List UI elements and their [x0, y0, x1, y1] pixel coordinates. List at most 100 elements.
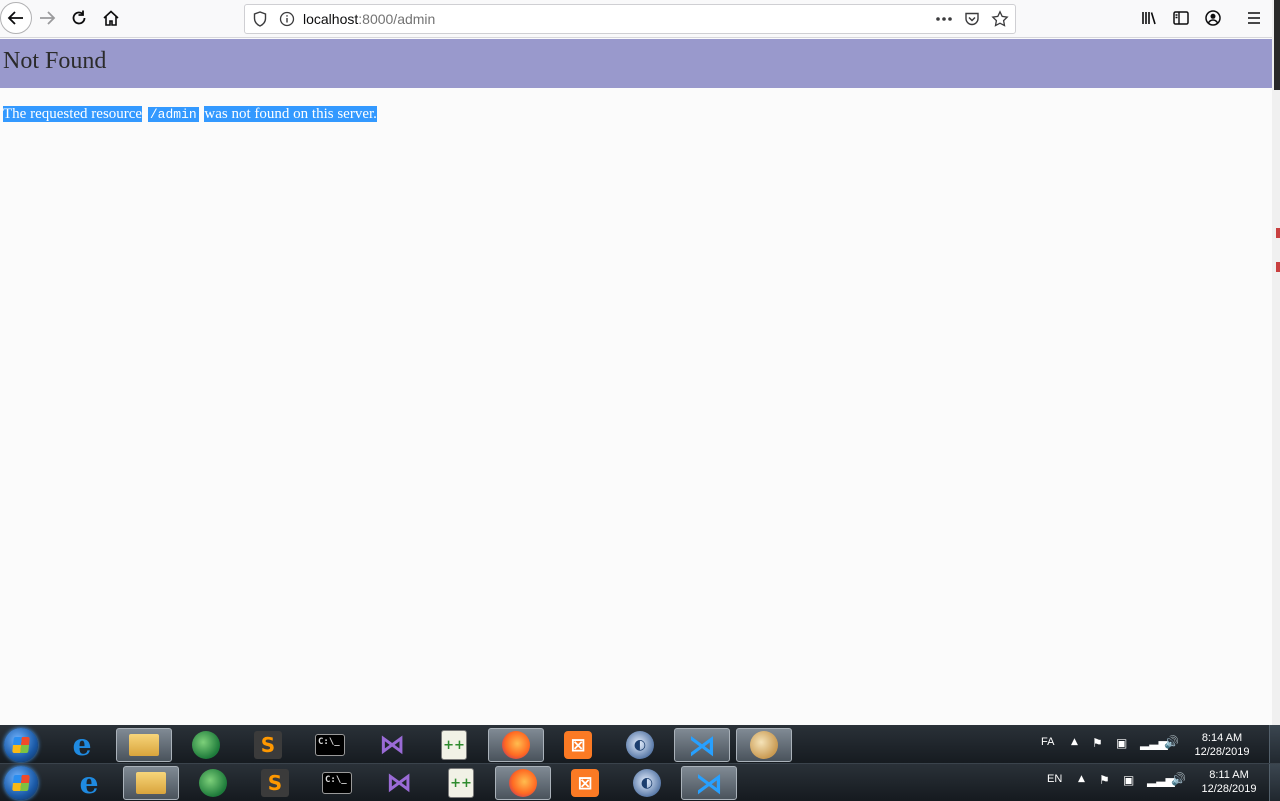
volume-icon[interactable]: 🔊 [1164, 735, 1179, 749]
start-button[interactable] [2, 766, 40, 800]
show-desktop-button[interactable] [1269, 725, 1280, 765]
usb-device-icon[interactable]: ▣ [1123, 773, 1134, 787]
library-icon [1142, 12, 1156, 25]
visual-studio-icon: ⋈ [379, 730, 405, 760]
scroll-marker [1276, 228, 1280, 238]
action-center-flag-icon[interactable]: ⚑ [1099, 773, 1110, 787]
pocket-icon[interactable] [963, 10, 981, 28]
firefox-icon [502, 731, 530, 759]
hamburger-menu-icon [1248, 12, 1260, 24]
system-clock[interactable]: 8:14 AM 12/28/2019 [1188, 731, 1256, 759]
tray-expand-icon[interactable]: ▲ [1071, 737, 1078, 747]
menu-button[interactable] [1239, 3, 1269, 33]
url-path: :8000/admin [358, 11, 436, 27]
windows-orb-icon [4, 728, 38, 762]
message-after: was not found on this server. [204, 106, 377, 122]
account-button[interactable] [1198, 3, 1228, 33]
download-manager-icon [192, 731, 220, 759]
taskbar-app-eclipse[interactable]: ◐ [612, 728, 668, 762]
scrollbar-thumb[interactable] [1274, 0, 1280, 90]
url-bar[interactable]: localhost:8000/admin [244, 4, 1016, 34]
taskbar-app-vscode[interactable]: ⋊ [674, 728, 730, 762]
clock-time: 8:14 AM [1201, 732, 1243, 744]
reload-button[interactable] [64, 3, 94, 33]
library-button[interactable] [1134, 3, 1164, 33]
taskbar-app-notepadpp[interactable]: ++ [426, 728, 482, 762]
sidebar-button[interactable] [1166, 3, 1196, 33]
clock-time: 8:11 AM [1209, 769, 1249, 781]
firefox-icon [509, 769, 537, 797]
folder-icon [136, 772, 166, 794]
xampp-icon: ⊠ [564, 731, 592, 759]
taskbar-app-notepadpp[interactable]: ++ [433, 766, 489, 800]
taskbar-app-idm[interactable] [178, 728, 234, 762]
forward-button[interactable] [32, 3, 62, 33]
system-clock[interactable]: 8:11 AM 12/28/2019 [1195, 768, 1263, 796]
sublime-text-icon: S [254, 731, 282, 759]
taskbar-app-ie[interactable]: e [61, 765, 117, 801]
clock-date: 12/28/2019 [1194, 746, 1250, 758]
taskbar-app-idm[interactable] [185, 766, 241, 800]
browser-toolbar: localhost:8000/admin [0, 0, 1280, 38]
taskbar-app-sublime[interactable]: S [240, 728, 296, 762]
visual-studio-icon: ⋈ [386, 768, 412, 798]
download-manager-icon [199, 769, 227, 797]
taskbar-app-explorer[interactable] [116, 728, 172, 762]
notepad-plus-plus-icon: ++ [448, 768, 474, 798]
home-button[interactable] [96, 3, 126, 33]
taskbar-top: e S C:\_ ⋈ ++ ⊠ ◐ ⋊ FA ▲ ⚑ ▣ ▂▃▅ 🔊 8:14 … [0, 725, 1280, 765]
folder-icon [129, 734, 159, 756]
taskbar-app-sublime[interactable]: S [247, 766, 303, 800]
eclipse-icon: ◐ [626, 731, 654, 759]
windows-orb-icon [4, 766, 38, 800]
taskbar-app-vscode[interactable]: ⋊ [681, 766, 737, 800]
show-desktop-button[interactable] [1269, 764, 1280, 801]
forward-arrow-icon [40, 11, 56, 25]
taskbar-app-firefox[interactable] [495, 766, 551, 800]
more-dots-icon[interactable] [935, 10, 953, 28]
url-text[interactable]: localhost:8000/admin [303, 11, 435, 27]
sidebar-icon [1173, 11, 1189, 25]
usb-device-icon[interactable]: ▣ [1116, 736, 1127, 750]
language-indicator[interactable]: FA [1041, 736, 1054, 748]
taskbar-app-paint[interactable] [736, 728, 792, 762]
taskbar-app-xampp[interactable]: ⊠ [550, 728, 606, 762]
star-icon[interactable] [991, 10, 1009, 28]
tray-expand-icon[interactable]: ▲ [1078, 774, 1085, 784]
taskbar-app-eclipse[interactable]: ◐ [619, 766, 675, 800]
url-host: localhost [303, 11, 359, 27]
taskbar-app-xampp[interactable]: ⊠ [557, 766, 613, 800]
back-arrow-icon [7, 11, 23, 25]
back-button[interactable] [0, 2, 32, 34]
page-title: Not Found [3, 48, 107, 74]
internet-explorer-icon: e [72, 727, 92, 763]
command-prompt-icon: C:\_ [322, 772, 352, 794]
taskbar-app-firefox[interactable] [488, 728, 544, 762]
sublime-text-icon: S [261, 769, 289, 797]
notepad-plus-plus-icon: ++ [441, 730, 467, 760]
info-icon[interactable] [278, 10, 296, 28]
taskbar-app-visual-studio[interactable]: ⋈ [364, 728, 420, 762]
home-icon [103, 10, 119, 26]
action-center-flag-icon[interactable]: ⚑ [1092, 736, 1103, 750]
command-prompt-icon: C:\_ [315, 734, 345, 756]
vertical-scrollbar[interactable] [1272, 0, 1280, 725]
taskbar-app-explorer[interactable] [123, 766, 179, 800]
message-before: The requested resource [3, 106, 143, 122]
taskbar-app-ie[interactable]: e [54, 727, 110, 763]
taskbar-app-cmd[interactable]: C:\_ [302, 728, 358, 762]
language-indicator[interactable]: EN [1047, 773, 1062, 785]
clock-date: 12/28/2019 [1201, 783, 1257, 795]
taskbar-app-cmd[interactable]: C:\_ [309, 766, 365, 800]
account-icon [1205, 10, 1221, 26]
vscode-icon: ⋊ [695, 766, 723, 800]
reload-icon [72, 10, 86, 25]
start-button[interactable] [2, 728, 40, 762]
vscode-icon: ⋊ [688, 728, 716, 762]
internet-explorer-icon: e [79, 765, 99, 801]
scroll-marker [1276, 262, 1280, 272]
shield-icon[interactable] [251, 10, 269, 28]
taskbar-app-visual-studio[interactable]: ⋈ [371, 766, 427, 800]
error-message: The requested resource /admin was not fo… [3, 105, 377, 124]
volume-icon[interactable]: 🔊 [1171, 772, 1186, 786]
